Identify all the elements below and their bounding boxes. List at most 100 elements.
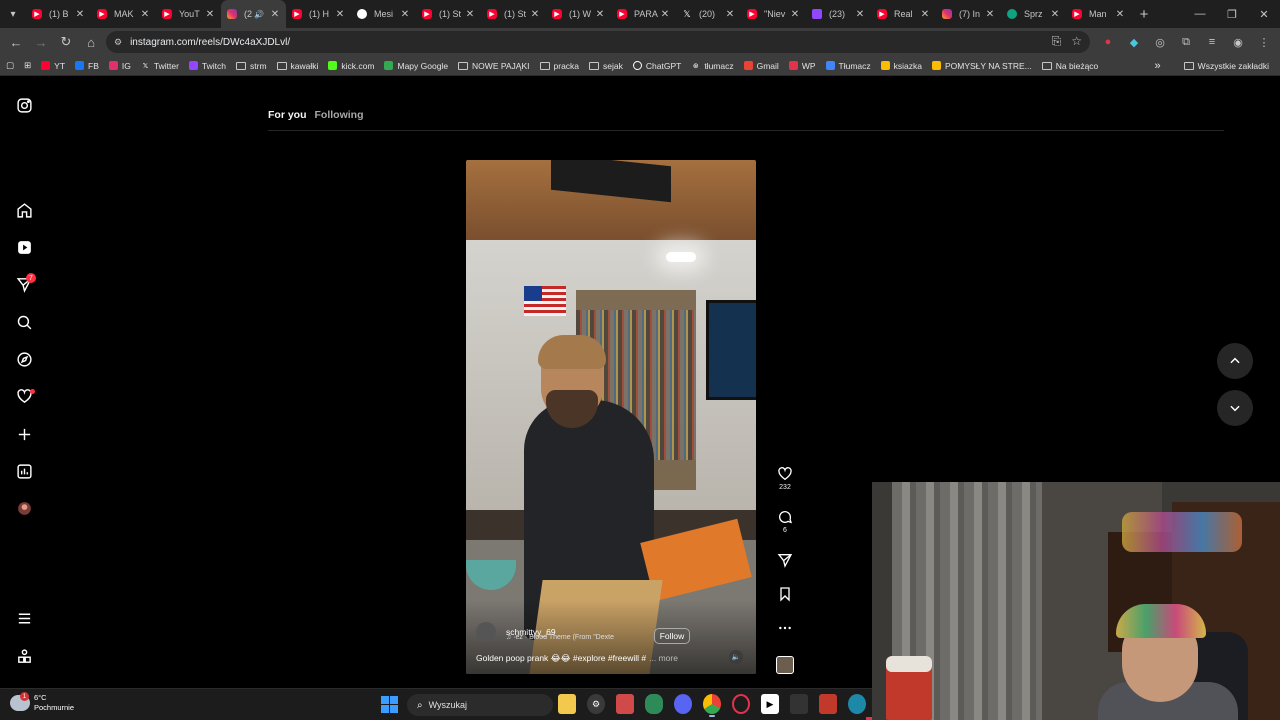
- like-button[interactable]: 232: [774, 466, 796, 491]
- bookmark-item[interactable]: IG: [104, 56, 136, 76]
- close-tab-icon[interactable]: ✕: [73, 9, 87, 20]
- close-tab-icon[interactable]: ✕: [203, 9, 217, 20]
- extensions-puzzle-icon[interactable]: ⧉: [1176, 31, 1196, 53]
- bookmark-item[interactable]: NOWE PAJĄKI: [453, 56, 534, 76]
- bookmark-item[interactable]: pracka: [535, 56, 585, 76]
- close-tab-icon[interactable]: ✕: [593, 9, 607, 20]
- profile-avatar-icon[interactable]: ◉: [1228, 31, 1248, 53]
- browser-tab[interactable]: (2 🔊 ✕: [221, 0, 286, 28]
- tab-for-you[interactable]: For you: [268, 109, 307, 121]
- tab-following[interactable]: Following: [315, 109, 364, 121]
- bookmark-item[interactable]: WP: [784, 56, 821, 76]
- bookmark-item[interactable]: ⊛ tłumacz: [686, 56, 738, 76]
- reload-icon[interactable]: ↻: [54, 30, 78, 54]
- close-tab-icon[interactable]: ✕: [723, 9, 737, 20]
- bookmark-item[interactable]: Tłumacz: [821, 56, 876, 76]
- close-tab-icon[interactable]: ✕: [333, 9, 347, 20]
- bookmark-item[interactable]: Na bieżąco: [1037, 56, 1104, 76]
- close-tab-icon[interactable]: ✕: [658, 9, 672, 20]
- next-reel-button[interactable]: [1217, 390, 1253, 426]
- bookmark-item[interactable]: YT: [36, 56, 70, 76]
- browser-tab[interactable]: Sprz ✕: [1001, 0, 1066, 28]
- bookmark-item[interactable]: sejak: [584, 56, 628, 76]
- browser-tab[interactable]: (23) ✕: [806, 0, 871, 28]
- reel-caption[interactable]: Golden poop prank 😂😂 #explore #freewill …: [476, 653, 678, 664]
- reel-video[interactable]: [466, 160, 756, 674]
- instagram-logo-icon[interactable]: [14, 95, 34, 115]
- bookmark-item[interactable]: Twitch: [184, 56, 231, 76]
- audio-thumbnail[interactable]: [776, 656, 794, 674]
- caption-more-link[interactable]: ... more: [649, 653, 678, 663]
- explore-compass-icon[interactable]: [14, 349, 34, 369]
- bookmark-item[interactable]: kawałki: [272, 56, 324, 76]
- install-app-icon[interactable]: ⎘: [1052, 34, 1062, 49]
- taskbar-search-box[interactable]: ⌕ Wyszukaj: [407, 694, 553, 716]
- reading-list-icon[interactable]: ▢: [0, 56, 19, 76]
- browser-tab[interactable]: (7) In ✕: [936, 0, 1001, 28]
- bookmark-item[interactable]: strm: [231, 56, 272, 76]
- bookmark-item[interactable]: POMYSŁY NA STRE...: [927, 56, 1037, 76]
- restore-icon[interactable]: ❐: [1216, 0, 1248, 28]
- all-bookmarks-folder[interactable]: Wszystkie zakładki: [1179, 56, 1274, 76]
- windows-start-icon[interactable]: [381, 696, 398, 713]
- address-bar[interactable]: ⚙ instagram.com/reels/DWc4aXJDLvl/ ⎘ ☆: [106, 31, 1090, 53]
- comment-button[interactable]: 6: [774, 509, 796, 534]
- browser-tab[interactable]: ▶ (1) B ✕: [26, 0, 91, 28]
- tab-search-chevron-icon[interactable]: ▾: [0, 0, 26, 28]
- browser-tab[interactable]: ▶ (1) St ✕: [481, 0, 546, 28]
- minimize-icon[interactable]: —: [1184, 0, 1216, 28]
- more-menu-icon[interactable]: [14, 608, 34, 628]
- extension-icon-2[interactable]: ◎: [1150, 31, 1170, 53]
- browser-tab[interactable]: ▶ "Niev ✕: [741, 0, 806, 28]
- apps-grid-icon[interactable]: ⊞: [19, 56, 36, 76]
- also-from-meta-icon[interactable]: [14, 646, 34, 666]
- close-window-icon[interactable]: ✕: [1248, 0, 1280, 28]
- browser-tab[interactable]: ▶ Man ✕: [1066, 0, 1131, 28]
- forward-icon[interactable]: →: [29, 30, 53, 54]
- extension-icon[interactable]: ◆: [1124, 31, 1144, 53]
- bookmark-item[interactable]: ksiazka: [876, 56, 927, 76]
- browser-tab[interactable]: ▶ (1) St ✕: [416, 0, 481, 28]
- close-tab-icon[interactable]: ✕: [1048, 9, 1062, 20]
- search-nav-icon[interactable]: [14, 312, 34, 332]
- app-icon-red[interactable]: [616, 694, 634, 714]
- app-icon-green[interactable]: [645, 694, 663, 714]
- browser-menu-icon[interactable]: ⋮: [1254, 31, 1274, 53]
- app-icon-dark[interactable]: [790, 694, 808, 714]
- app-icon-photo[interactable]: [819, 694, 837, 714]
- create-plus-icon[interactable]: [14, 424, 34, 444]
- tab-audio-icon[interactable]: 🔊: [254, 10, 264, 19]
- profile-avatar[interactable]: [14, 498, 34, 518]
- bookmark-item[interactable]: kick.com: [323, 56, 379, 76]
- site-info-icon[interactable]: ⚙: [114, 37, 122, 48]
- media-controls-icon[interactable]: ≡: [1202, 31, 1222, 53]
- browser-tab[interactable]: ▶ MAK ✕: [91, 0, 156, 28]
- bookmark-star-icon[interactable]: ☆: [1071, 34, 1082, 49]
- bookmark-item[interactable]: FB: [70, 56, 104, 76]
- browser-tab[interactable]: ▶ YouT ✕: [156, 0, 221, 28]
- close-tab-icon[interactable]: ✕: [1113, 9, 1127, 20]
- opera-icon[interactable]: [732, 694, 750, 714]
- settings-app-icon[interactable]: ⚙: [587, 694, 605, 714]
- mute-icon[interactable]: 🔈: [729, 650, 743, 664]
- close-tab-icon[interactable]: ✕: [918, 9, 932, 20]
- share-button[interactable]: [774, 552, 796, 568]
- bookmark-item[interactable]: ChatGPT: [628, 56, 686, 76]
- close-tab-icon[interactable]: ✕: [983, 9, 997, 20]
- close-tab-icon[interactable]: ✕: [138, 9, 152, 20]
- close-tab-icon[interactable]: ✕: [268, 9, 282, 20]
- browser-tab[interactable]: ▶ (1) H ✕: [286, 0, 351, 28]
- back-icon[interactable]: ←: [4, 30, 28, 54]
- dashboard-chart-icon[interactable]: [14, 461, 34, 481]
- file-explorer-icon[interactable]: [558, 694, 576, 714]
- close-tab-icon[interactable]: ✕: [853, 9, 867, 20]
- weather-widget[interactable]: 1 6°C Pochmurnie: [10, 692, 74, 713]
- record-extension-icon[interactable]: ●: [1098, 31, 1118, 53]
- home-nav-icon[interactable]: [14, 200, 34, 220]
- close-tab-icon[interactable]: ✕: [398, 9, 412, 20]
- more-options-button[interactable]: [774, 620, 796, 636]
- author-avatar[interactable]: [476, 622, 496, 642]
- reel-audio[interactable]: ♫ ·ez · Blood Theme (From "Dexte: [506, 634, 614, 641]
- close-tab-icon[interactable]: ✕: [463, 9, 477, 20]
- previous-reel-button[interactable]: [1217, 343, 1253, 379]
